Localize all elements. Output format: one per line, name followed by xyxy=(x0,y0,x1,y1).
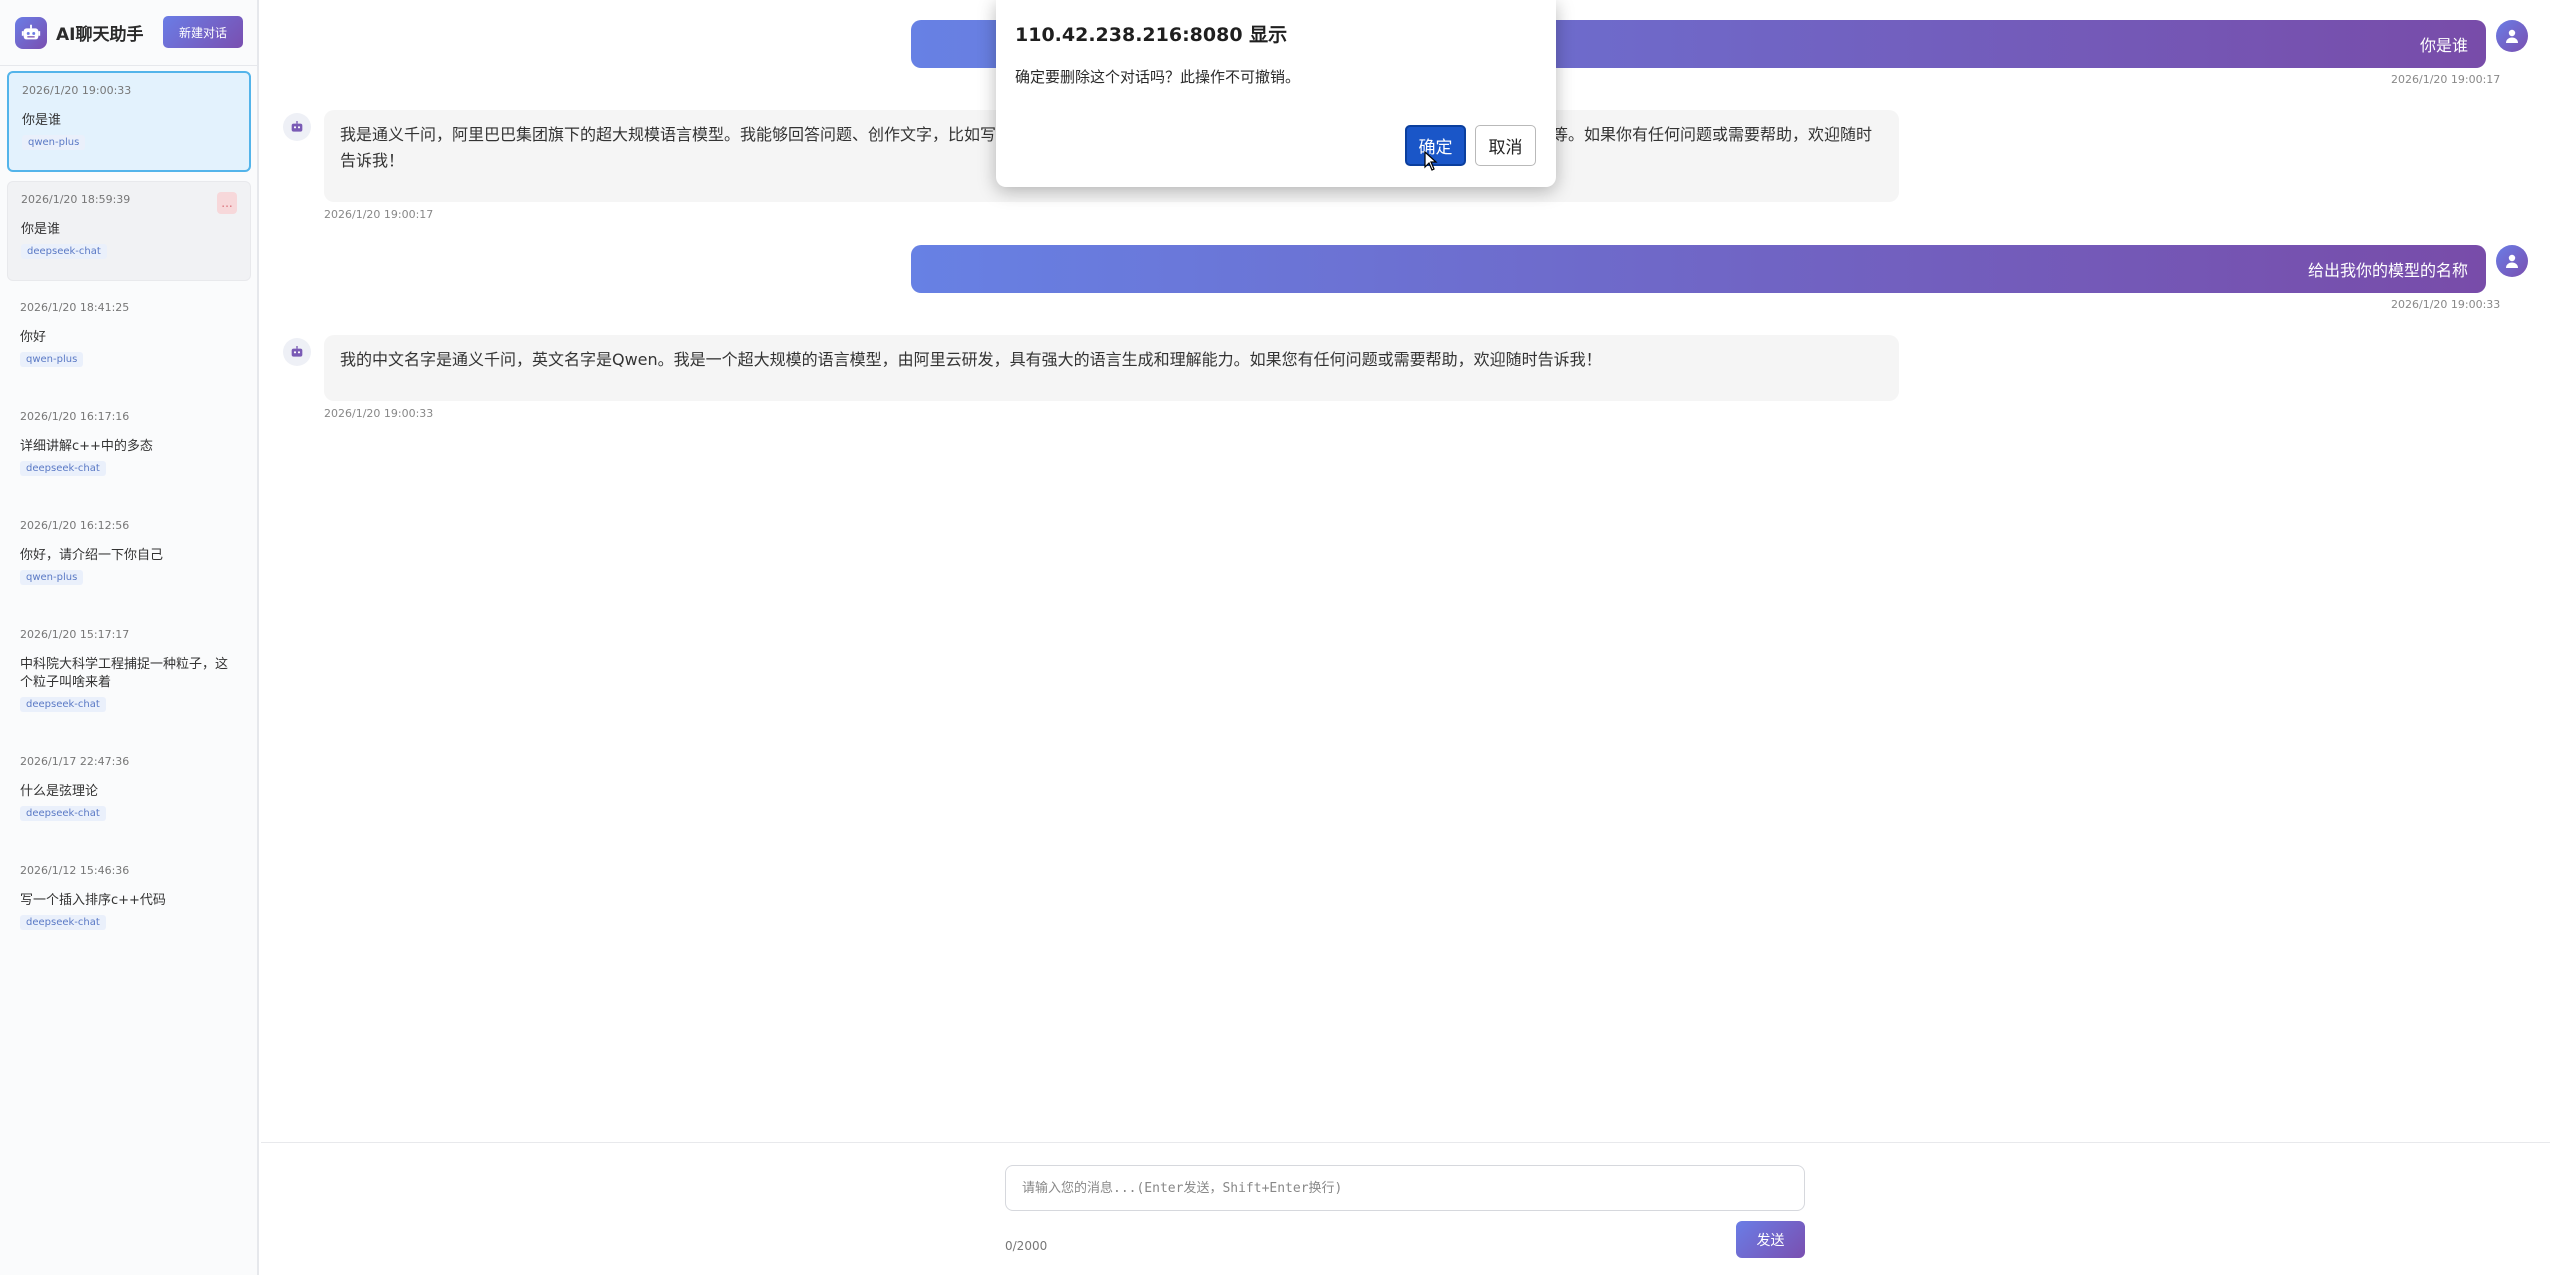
user-icon xyxy=(2496,245,2528,277)
mouse-pointer-icon xyxy=(1424,151,1438,171)
conversation-title: 你是谁 xyxy=(21,222,61,237)
dialog-message: 确定要删除这个对话吗？此操作不可撤销。 xyxy=(1015,68,1301,86)
message-time: 2026/1/20 19:00:33 xyxy=(2391,298,2501,311)
conversation-item[interactable]: 2026/1/12 15:46:36 写一个插入排序c++代码 deepseek… xyxy=(7,853,251,953)
chat-main: 你是谁 2026/1/20 19:00:17 我是通义千问，阿里巴巴集团旗下的超… xyxy=(261,0,2550,1275)
conversation-list: 2026/1/20 19:00:33 你是谁 qwen-plus 2026/1/… xyxy=(7,71,251,962)
conversation-title: 你是谁 xyxy=(22,113,62,128)
message-time: 2026/1/20 19:00:17 xyxy=(324,208,434,221)
message-text: 给出我你的模型的名称 xyxy=(2307,261,2468,280)
sidebar: AI聊天助手 新建对话 2026/1/20 19:00:33 你是谁 qwen-… xyxy=(0,0,259,1275)
model-badge: deepseek-chat xyxy=(20,915,106,930)
conversation-item[interactable]: 2026/1/17 22:47:36 什么是弦理论 deepseek-chat xyxy=(7,744,251,844)
app-title: AI聊天助手 xyxy=(56,25,144,45)
message-input[interactable] xyxy=(1005,1165,1805,1211)
message-text-line1: 我是通义千问，阿里巴巴集团旗下的超大规模语言模型。我能够回答问题、创作文字，比如… xyxy=(340,125,997,144)
conversation-time: 2026/1/20 15:17:17 xyxy=(20,628,130,641)
message-text: 我的中文名字是通义千问，英文名字是Qwen。我是一个超大规模的语言模型，由阿里云… xyxy=(340,350,1602,369)
sidebar-header: AI聊天助手 新建对话 xyxy=(0,0,257,66)
dialog-title: 110.42.238.216:8080 显示 xyxy=(1015,24,1288,46)
user-message: 给出我你的模型的名称 xyxy=(911,245,2486,293)
confirm-dialog: 110.42.238.216:8080 显示 确定要删除这个对话吗？此操作不可撤… xyxy=(996,0,1556,187)
conversation-item[interactable]: 2026/1/20 19:00:33 你是谁 qwen-plus xyxy=(7,71,251,172)
conversation-time: 2026/1/17 22:47:36 xyxy=(20,755,130,768)
conversation-time: 2026/1/20 19:00:33 xyxy=(22,84,132,97)
conversation-title: 写一个插入排序c++代码 xyxy=(20,893,166,908)
conversation-item[interactable]: 2026/1/20 18:59:39 你是谁 deepseek-chat ... xyxy=(7,181,251,281)
dialog-cancel-button[interactable]: 取消 xyxy=(1475,125,1536,166)
composer: 0/2000 发送 xyxy=(261,1142,2550,1275)
conversation-time: 2026/1/20 18:41:25 xyxy=(20,301,130,314)
model-badge: deepseek-chat xyxy=(20,697,106,712)
model-badge: qwen-plus xyxy=(20,352,84,367)
conversation-time: 2026/1/20 18:59:39 xyxy=(21,193,131,206)
model-badge: qwen-plus xyxy=(20,570,84,585)
conversation-title: 你好 xyxy=(20,330,47,345)
robot-icon xyxy=(15,16,47,49)
conversation-item[interactable]: 2026/1/20 16:17:16 详细讲解c++中的多态 deepseek-… xyxy=(7,399,251,499)
model-badge: deepseek-chat xyxy=(20,806,106,821)
conversation-title: 详细讲解c++中的多态 xyxy=(20,439,153,454)
assistant-message: 我的中文名字是通义千问，英文名字是Qwen。我是一个超大规模的语言模型，由阿里云… xyxy=(324,335,1899,401)
message-time: 2026/1/20 19:00:17 xyxy=(2391,73,2501,86)
model-badge: qwen-plus xyxy=(22,135,86,150)
conversation-item[interactable]: 2026/1/20 16:12:56 你好，请介绍一下你自己 qwen-plus xyxy=(7,508,251,608)
conversation-time: 2026/1/20 16:12:56 xyxy=(20,519,130,532)
char-counter: 0/2000 xyxy=(1005,1239,1048,1253)
delete-conversation-button[interactable]: ... xyxy=(217,192,237,214)
message-text-line1-tail: 等。如果你有任何问题或需要帮助，欢迎随时 xyxy=(1552,125,1873,144)
message-text: 你是谁 xyxy=(2419,36,2468,55)
model-badge: deepseek-chat xyxy=(20,461,106,476)
conversation-time: 2026/1/12 15:46:36 xyxy=(20,864,130,877)
conversation-time: 2026/1/20 16:17:16 xyxy=(20,410,130,423)
conversation-title: 你好，请介绍一下你自己 xyxy=(20,548,164,563)
conversation-item[interactable]: 2026/1/20 15:17:17 中科院大科学工程捕捉一种粒子，这个粒子叫啥… xyxy=(7,617,251,735)
robot-icon xyxy=(283,113,311,141)
message-time: 2026/1/20 19:00:33 xyxy=(324,407,434,420)
conversation-title: 中科院大科学工程捕捉一种粒子，这个粒子叫啥来着 xyxy=(20,657,229,690)
conversation-item[interactable]: 2026/1/20 18:41:25 你好 qwen-plus xyxy=(7,290,251,390)
robot-icon xyxy=(283,338,311,366)
new-chat-button[interactable]: 新建对话 xyxy=(163,16,243,48)
conversation-title: 什么是弦理论 xyxy=(20,784,99,799)
user-icon xyxy=(2496,20,2528,52)
send-button[interactable]: 发送 xyxy=(1736,1221,1805,1258)
model-badge: deepseek-chat xyxy=(21,244,107,259)
